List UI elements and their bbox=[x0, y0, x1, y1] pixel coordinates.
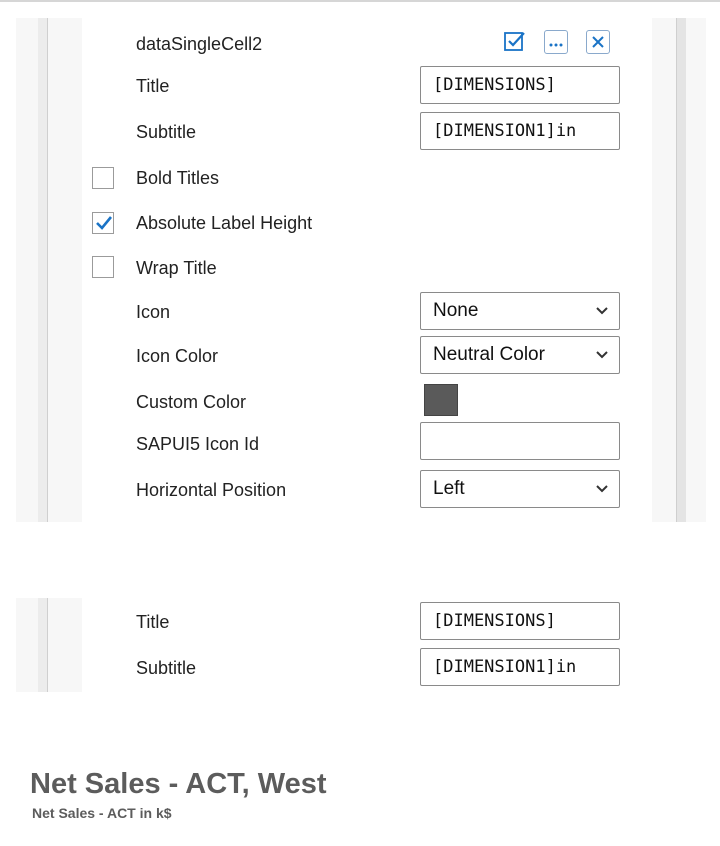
component-name: dataSingleCell2 bbox=[136, 34, 263, 54]
top-divider bbox=[0, 0, 720, 2]
sapui5-icon-id-label: SAPUI5 Icon Id bbox=[136, 434, 260, 454]
absolute-label-height-label: Absolute Label Height bbox=[136, 213, 313, 233]
checkmark-icon bbox=[96, 216, 113, 230]
horizontal-position-select[interactable]: Left bbox=[420, 470, 620, 508]
title-label: Title bbox=[136, 612, 170, 632]
title-label: Title bbox=[136, 76, 170, 96]
panel-right-bar bbox=[676, 18, 686, 522]
title-input[interactable]: [DIMENSIONS] bbox=[420, 66, 620, 104]
preview-subtitle: Net Sales - ACT in k$ bbox=[32, 805, 172, 821]
panel-left-bar bbox=[38, 598, 48, 692]
chevron-down-icon bbox=[596, 485, 608, 493]
properties-panel: dataSingleCell2 Title [DIMENSIONS] Subti… bbox=[16, 18, 706, 522]
bold-titles-label: Bold Titles bbox=[136, 168, 220, 188]
icon-label: Icon bbox=[136, 302, 171, 322]
apply-check-icon[interactable] bbox=[504, 30, 526, 52]
more-options-icon[interactable] bbox=[544, 30, 568, 54]
wrap-title-checkbox[interactable] bbox=[92, 256, 114, 278]
subtitle-label: Subtitle bbox=[136, 658, 197, 678]
title-input[interactable]: [DIMENSIONS] bbox=[420, 602, 620, 640]
wrap-title-label: Wrap Title bbox=[136, 258, 217, 278]
subtitle-input[interactable]: [DIMENSION1]in bbox=[420, 648, 620, 686]
custom-color-label: Custom Color bbox=[136, 392, 247, 412]
chevron-down-icon bbox=[596, 351, 608, 359]
icon-color-select[interactable]: Neutral Color bbox=[420, 336, 620, 374]
sapui5-icon-id-input[interactable] bbox=[420, 422, 620, 460]
preview-title: Net Sales - ACT, West bbox=[30, 768, 327, 800]
bold-titles-checkbox[interactable] bbox=[92, 167, 114, 189]
subtitle-input[interactable]: [DIMENSION1]in bbox=[420, 112, 620, 150]
icon-select[interactable]: None bbox=[420, 292, 620, 330]
horizontal-position-label: Horizontal Position bbox=[136, 480, 287, 500]
icon-select-value: None bbox=[433, 300, 479, 321]
title-panel: Title [DIMENSIONS] Subtitle [DIMENSION1]… bbox=[16, 598, 656, 692]
horizontal-position-select-value: Left bbox=[433, 478, 465, 499]
absolute-label-height-checkbox[interactable] bbox=[92, 212, 114, 234]
custom-color-swatch[interactable] bbox=[424, 384, 458, 416]
subtitle-label: Subtitle bbox=[136, 122, 197, 142]
icon-color-select-value: Neutral Color bbox=[433, 344, 545, 365]
chevron-down-icon bbox=[596, 307, 608, 315]
panel-left-bar bbox=[38, 18, 48, 522]
close-icon[interactable] bbox=[586, 30, 610, 54]
icon-color-label: Icon Color bbox=[136, 346, 219, 366]
